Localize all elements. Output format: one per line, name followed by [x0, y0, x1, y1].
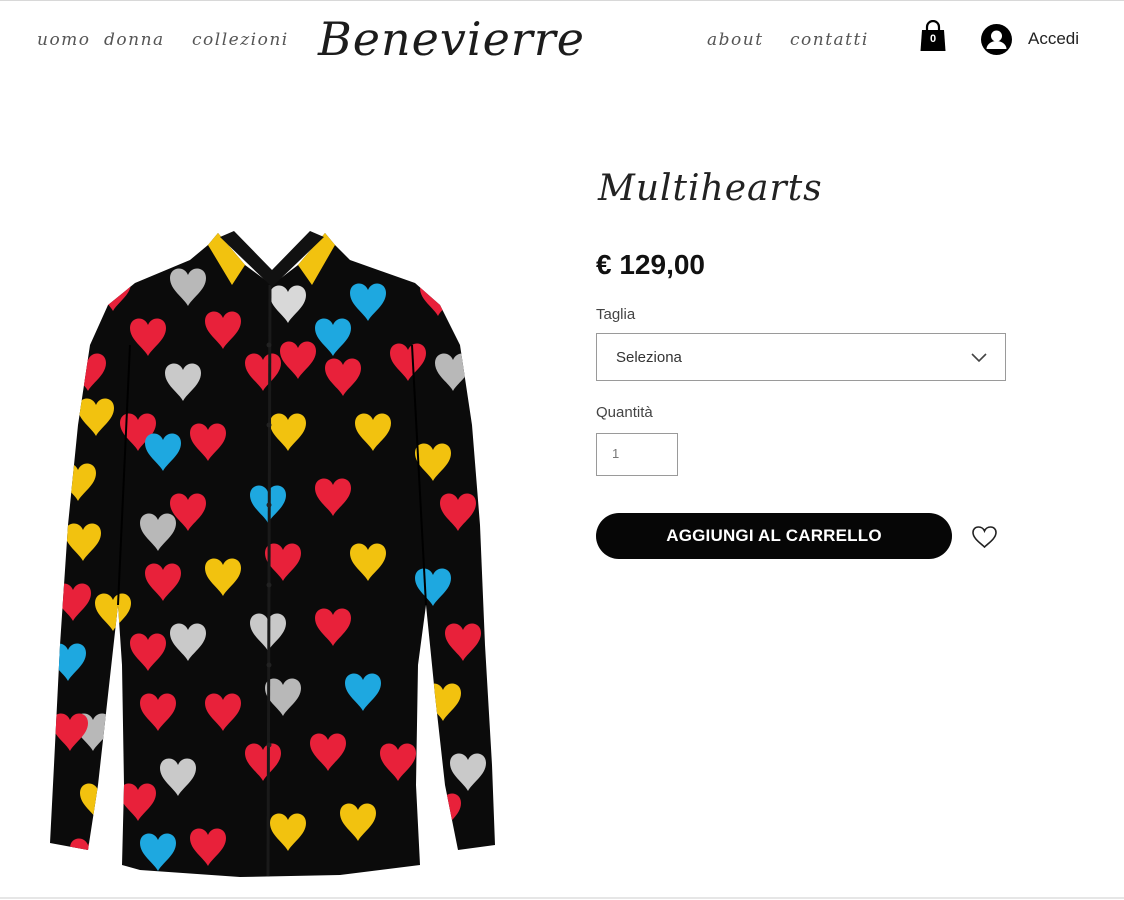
user-avatar-icon[interactable] [981, 24, 1012, 55]
product-image [50, 231, 495, 877]
size-label: Taglia [596, 306, 636, 323]
cart-button[interactable]: 0 [919, 19, 947, 52]
site-header: uomo donna collezioni Benevierre about c… [0, 0, 1124, 82]
product-title: Multihearts [598, 168, 823, 209]
chevron-down-icon [971, 353, 987, 363]
nav-collezioni[interactable]: collezioni [192, 30, 289, 50]
nav-about[interactable]: about [707, 30, 764, 50]
nav-contatti[interactable]: contatti [790, 30, 869, 50]
login-link[interactable]: Accedi [1028, 29, 1079, 49]
product-price: € 129,00 [596, 249, 705, 280]
quantity-label: Quantità [596, 404, 653, 421]
heart-outline-icon[interactable] [971, 525, 998, 549]
size-select-value: Seleziona [616, 349, 682, 366]
nav-donna[interactable]: donna [104, 30, 165, 50]
bottom-border [0, 897, 1124, 899]
add-to-cart-button[interactable]: AGGIUNGI AL CARRELLO [596, 513, 952, 559]
size-select[interactable]: Seleziona [596, 333, 1006, 381]
site-logo[interactable]: Benevierre [318, 0, 585, 78]
quantity-input[interactable]: 1 [596, 433, 678, 476]
cart-count-badge: 0 [929, 33, 937, 45]
nav-uomo[interactable]: uomo [37, 30, 91, 50]
quantity-value: 1 [612, 446, 620, 461]
